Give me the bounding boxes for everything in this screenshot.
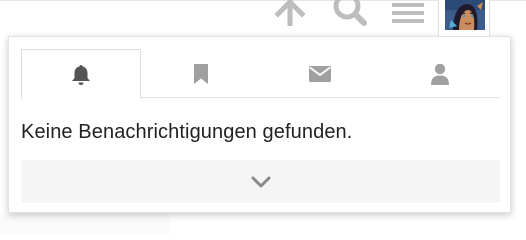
user-menu-button[interactable] (438, 0, 490, 36)
bookmark-icon (193, 63, 208, 84)
background-content (170, 214, 526, 234)
tab-notifications[interactable] (21, 49, 141, 99)
envelope-icon (309, 65, 332, 82)
menu-icon (392, 3, 424, 23)
chevron-down-icon (251, 176, 270, 187)
show-more-button[interactable] (21, 160, 500, 203)
arrow-up-icon (274, 0, 306, 26)
notifications-dropdown: Keine Benachrichtigungen gefunden. (8, 36, 511, 213)
user-avatar (445, 0, 485, 30)
bell-icon (71, 64, 90, 85)
notification-tabs (21, 49, 500, 99)
search-button[interactable] (330, 0, 370, 28)
tab-bookmarks[interactable] (141, 49, 261, 98)
menu-button[interactable] (388, 0, 428, 28)
tab-profile[interactable] (380, 49, 500, 98)
background-sidebar (0, 214, 171, 234)
empty-notifications-message: Keine Benachrichtigungen gefunden. (21, 121, 353, 143)
back-to-top-button[interactable] (272, 0, 308, 28)
user-icon (431, 63, 450, 85)
search-icon (333, 0, 367, 26)
tab-messages[interactable] (261, 49, 381, 98)
